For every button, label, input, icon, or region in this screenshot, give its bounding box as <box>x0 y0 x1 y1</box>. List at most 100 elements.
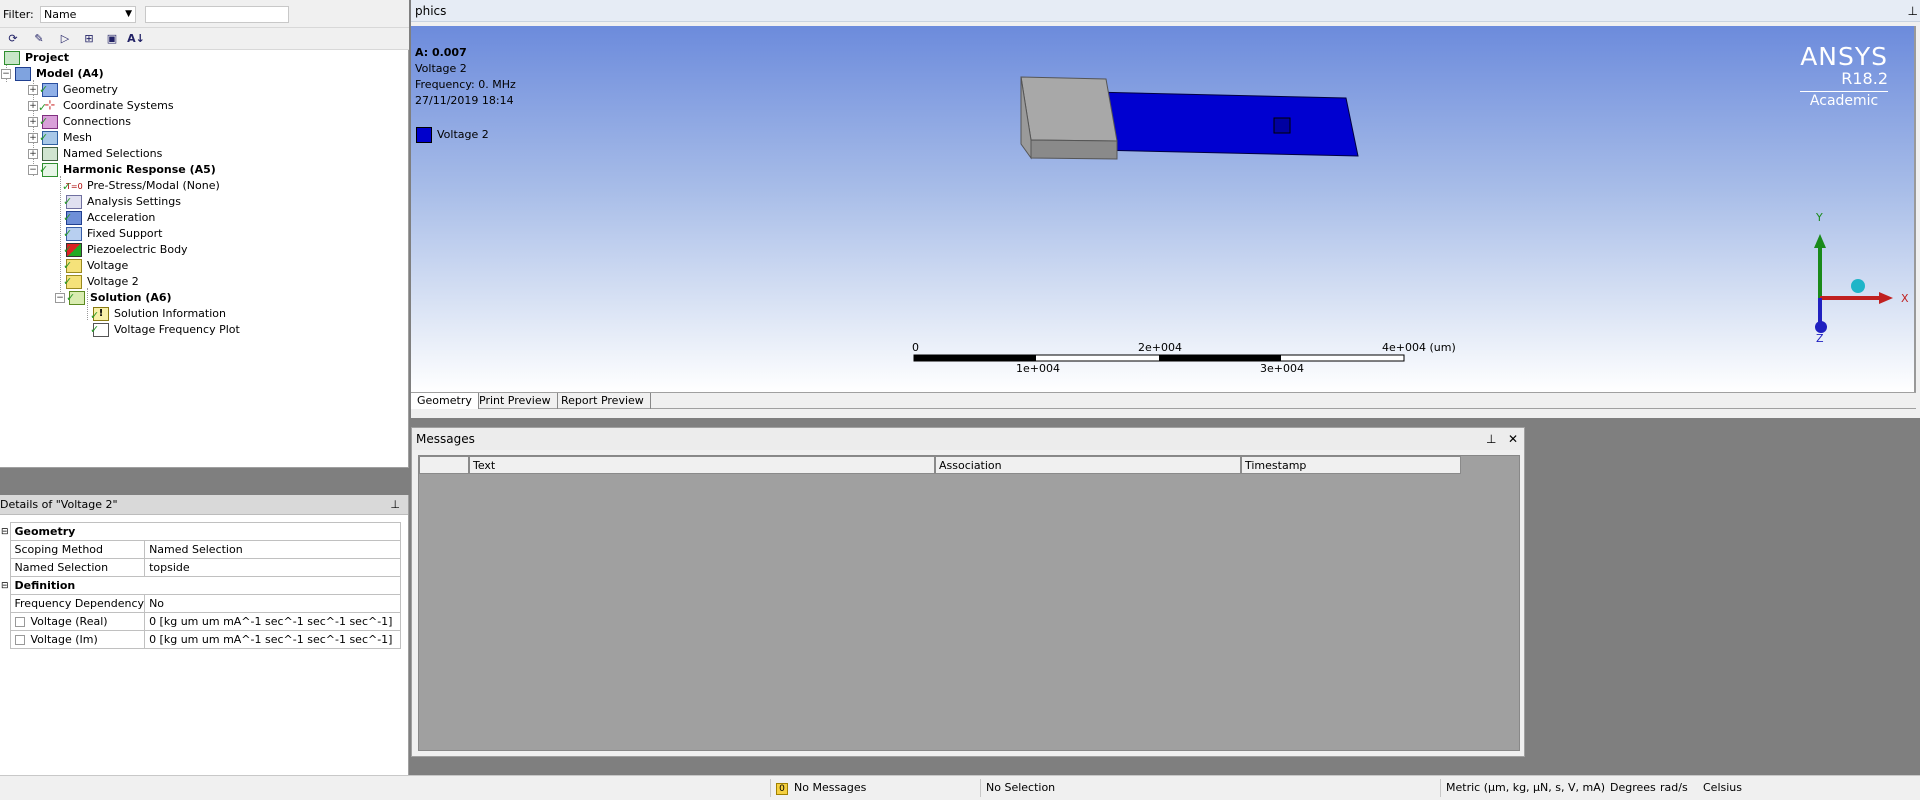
filter-dropdown[interactable]: Name ▼ <box>40 6 136 23</box>
probe-marker <box>1273 117 1291 134</box>
model-icon <box>15 67 31 81</box>
column-header-timestamp[interactable]: Timestamp <box>1241 456 1461 474</box>
column-header-association[interactable]: Association <box>935 456 1241 474</box>
scale-bar: 0 2e+004 4e+004 (um) 1e+004 3e+004 <box>912 341 1456 375</box>
tree-node-model[interactable]: − Model (A4) <box>1 66 104 82</box>
collapse-icon[interactable]: − <box>55 293 65 303</box>
harmonic-response-icon: ✓ <box>39 163 58 177</box>
status-temp-units[interactable]: Celsius <box>1698 779 1758 797</box>
frequency-dependency-value[interactable]: No <box>144 594 401 613</box>
pin-icon[interactable]: ⊥ <box>1486 432 1496 446</box>
tree-node-acceleration[interactable]: ✓ Acceleration <box>63 210 155 226</box>
tree-node-prestress[interactable]: T=0 ✓ Pre-Stress/Modal (None) <box>62 178 220 194</box>
scale-label-4: 4e+004 (um) <box>1382 341 1456 354</box>
details-group-row[interactable]: ⊟ Geometry <box>0 522 401 541</box>
details-group-geometry: Geometry <box>9 522 401 541</box>
folder-icon[interactable]: ▣ <box>103 30 121 47</box>
expand-icon[interactable]: + <box>28 133 38 143</box>
column-header-text[interactable]: Text <box>469 456 935 474</box>
expand-icon[interactable]: + <box>28 117 38 127</box>
status-units[interactable]: Metric (µm, kg, µN, s, V, mA) <box>1440 779 1610 797</box>
ansys-version: R18.2 <box>1841 69 1888 88</box>
frequency-plot-icon: ✓ <box>90 323 109 337</box>
tab-geometry[interactable]: Geometry <box>411 393 479 409</box>
sort-az-icon[interactable]: A↓ <box>127 30 145 47</box>
named-selection-value[interactable]: topside <box>144 558 401 577</box>
analysis-settings-icon: ✓ <box>63 195 82 209</box>
voltage-im-label: Voltage (Im) <box>9 630 146 649</box>
tree-node-voltage[interactable]: ✓ Voltage <box>63 258 128 274</box>
tree-node-solution-information[interactable]: ! ✓ Solution Information <box>90 306 226 322</box>
piezoelectric-body-icon: ✓ <box>63 243 82 257</box>
base-block-front <box>1030 139 1118 160</box>
scoping-method-value[interactable]: Named Selection <box>144 540 401 559</box>
status-messages[interactable]: 0 No Messages <box>770 779 980 797</box>
tree-node-named-selections[interactable]: + Named Selections <box>28 146 162 162</box>
tab-print-preview[interactable]: Print Preview <box>473 393 558 409</box>
graphics-title-bar: phics ⊥ <box>411 0 1920 22</box>
messages-header: Messages ⊥ ✕ <box>412 428 1524 450</box>
expand-icon[interactable]: + <box>28 149 38 159</box>
status-angle-units[interactable]: Degrees <box>1605 779 1656 797</box>
view-tabs: Geometry Print Preview Report Preview <box>411 392 1916 409</box>
tree-node-piezoelectric-body[interactable]: ✓ Piezoelectric Body <box>63 242 188 258</box>
tree-filter-icon[interactable]: ▷ <box>56 30 74 47</box>
tree-node-coordinate-systems[interactable]: + ⊹ ✓ Coordinate Systems <box>28 98 174 114</box>
details-header: Details of "Voltage 2" ⊥ <box>0 495 408 515</box>
tree-node-project[interactable]: Project <box>4 50 69 66</box>
scale-label-1: 1e+004 <box>1016 362 1060 375</box>
axis-triad[interactable]: Y X Z <box>1814 211 1909 345</box>
details-group-row[interactable]: ⊟ Definition <box>0 576 401 595</box>
tree-node-harmonic-response[interactable]: − ✓ Harmonic Response (A5) <box>28 162 216 178</box>
collapse-icon[interactable]: ⊟ <box>0 522 10 541</box>
tab-report-preview[interactable]: Report Preview <box>555 393 651 409</box>
close-icon[interactable]: ✕ <box>1508 432 1518 446</box>
tree-node-connections[interactable]: + ✓ Connections <box>28 114 131 130</box>
frequency-dependency-label: Frequency Dependency <box>9 594 146 613</box>
edit-icon[interactable]: ✎ <box>30 30 48 47</box>
pin-icon[interactable]: ⊥ <box>390 495 400 515</box>
tree-node-mesh[interactable]: + ✓ Mesh <box>28 130 92 146</box>
tree-node-solution[interactable]: − ✓ Solution (A6) <box>55 290 172 306</box>
scale-label-3: 3e+004 <box>1260 362 1304 375</box>
expand-all-icon[interactable]: ⊞ <box>80 30 98 47</box>
details-row[interactable]: Voltage (Im) 0 [kg um um mA^-1 sec^-1 se… <box>0 630 401 649</box>
piezo-plate <box>1091 91 1359 157</box>
status-rate-units[interactable]: rad/s <box>1655 779 1700 797</box>
parameter-checkbox[interactable] <box>14 617 25 627</box>
voltage-im-value[interactable]: 0 [kg um um mA^-1 sec^-1 sec^-1 sec^-1] <box>144 630 401 649</box>
graphics-panel: phics ⊥ A: 0.007 Voltage 2 Frequency: 0.… <box>411 0 1920 418</box>
status-selection: No Selection <box>980 779 1440 797</box>
tree-node-fixed-support[interactable]: ✓ Fixed Support <box>63 226 163 242</box>
status-bar: 0 No Messages No Selection Metric (µm, kg… <box>0 775 1920 800</box>
details-row[interactable]: Named Selection topside <box>0 558 401 577</box>
tree-node-voltage-frequency-plot[interactable]: ✓ Voltage Frequency Plot <box>90 322 240 338</box>
collapse-icon[interactable]: − <box>1 69 11 79</box>
column-header-icon[interactable] <box>419 456 469 474</box>
details-row[interactable]: Voltage (Real) 0 [kg um um mA^-1 sec^-1 … <box>0 612 401 631</box>
parameter-checkbox[interactable] <box>14 635 25 645</box>
tree-node-analysis-settings[interactable]: ✓ Analysis Settings <box>63 194 181 210</box>
scale-label-2: 2e+004 <box>1138 341 1182 354</box>
expand-icon[interactable]: + <box>28 85 38 95</box>
messages-panel: Messages ⊥ ✕ Text Association Timestamp <box>411 427 1525 757</box>
project-icon <box>4 51 20 65</box>
filter-input[interactable] <box>145 6 289 23</box>
expand-icon[interactable]: + <box>28 101 38 111</box>
collapse-icon[interactable]: ⊟ <box>0 576 10 595</box>
outline-tree: Project − Model (A4) + ✓ Geometry + ⊹ ✓ C… <box>0 50 408 466</box>
graphics-viewport[interactable]: A: 0.007 Voltage 2 Frequency: 0. MHz 27/… <box>411 26 1916 392</box>
collapse-icon[interactable]: − <box>28 165 38 175</box>
tree-node-geometry[interactable]: + ✓ Geometry <box>28 82 118 98</box>
fixed-support-icon: ✓ <box>63 227 82 241</box>
tree-node-voltage-2[interactable]: ✓ Voltage 2 <box>63 274 139 290</box>
geometry-icon: ✓ <box>39 83 58 97</box>
details-row[interactable]: Frequency Dependency No <box>0 594 401 613</box>
pin-icon[interactable]: ⊥ <box>1908 0 1918 22</box>
named-selection-label: Named Selection <box>9 558 146 577</box>
voltage-real-value[interactable]: 0 [kg um um mA^-1 sec^-1 sec^-1 sec^-1] <box>144 612 401 631</box>
messages-list[interactable]: Text Association Timestamp <box>418 455 1520 751</box>
details-panel: Details of "Voltage 2" ⊥ ⊟ Geometry Scop… <box>0 495 409 780</box>
details-row[interactable]: Scoping Method Named Selection <box>0 540 401 559</box>
refresh-icon[interactable]: ⟳ <box>4 30 22 47</box>
